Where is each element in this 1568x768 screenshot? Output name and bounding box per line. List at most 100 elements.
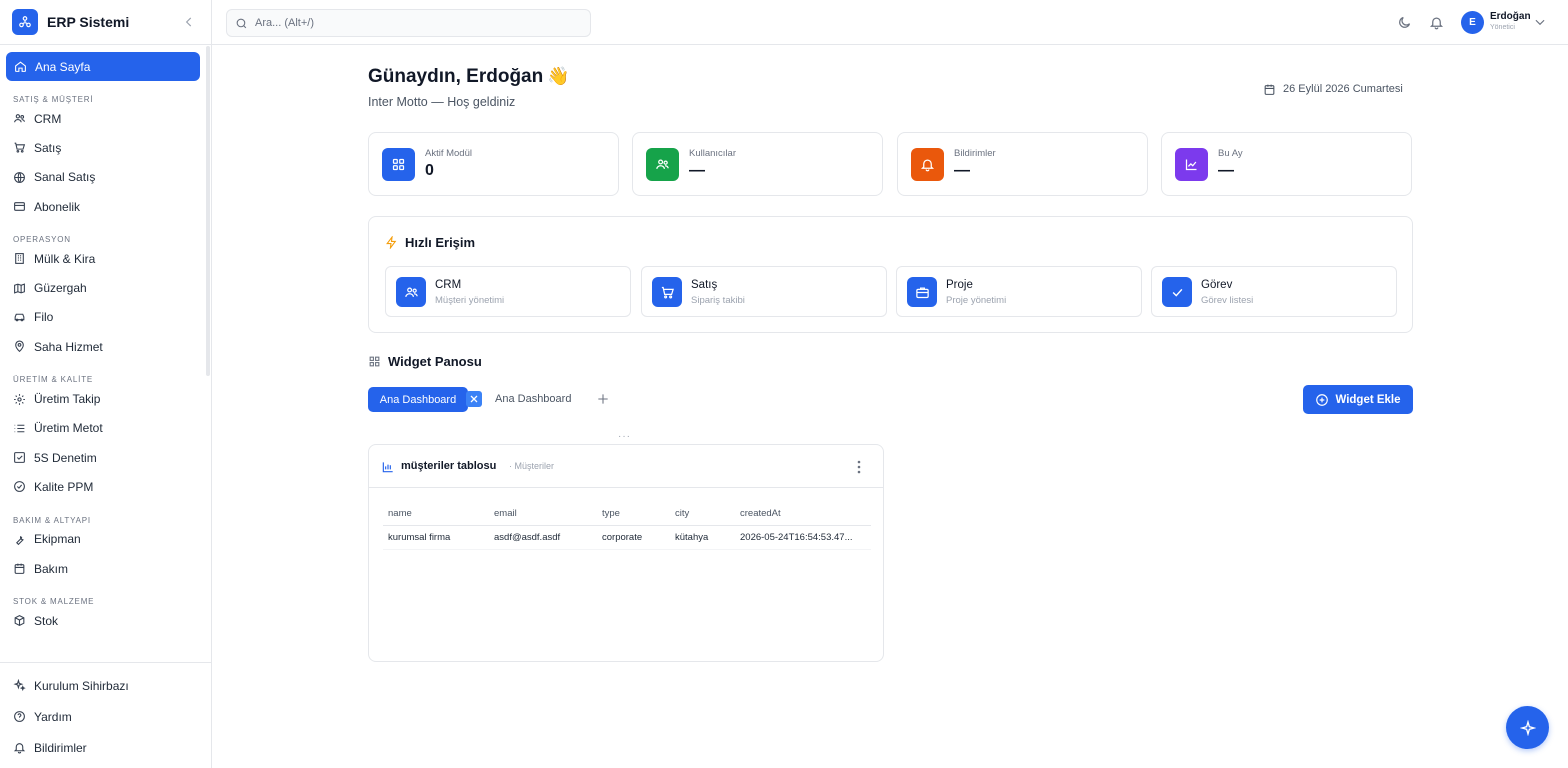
sidebar-item-kurulum-sihirbazi[interactable]: Kurulum Sihirbazı: [0, 670, 211, 701]
moon-icon: [1398, 16, 1410, 28]
chevron-left-icon: [185, 17, 192, 27]
sidebar-item-uretim-metot[interactable]: Üretim Metot: [0, 414, 206, 443]
grid-icon: [382, 148, 415, 181]
sidebar-item-stok[interactable]: Stok: [0, 606, 206, 635]
sidebar-item-label: Yardım: [34, 709, 72, 724]
sidebar-item-label: Ana Sayfa: [35, 59, 91, 74]
quick-access-crm[interactable]: CRM Müşteri yönetimi: [385, 266, 631, 317]
add-widget-button[interactable]: Widget Ekle: [1303, 385, 1413, 414]
brand: ERP Sistemi: [0, 0, 211, 45]
tab-ana-dashboard-2[interactable]: Ana Dashboard: [495, 393, 571, 405]
stat-label: Aktif Modül: [425, 148, 472, 159]
sidebar-item-ekipman[interactable]: Ekipman: [0, 525, 206, 554]
quick-access-satis[interactable]: Satış Sipariş takibi: [641, 266, 887, 317]
quick-access-title-text: Hızlı Erişim: [405, 235, 476, 250]
sidebar-item-5s-denetim[interactable]: 5S Denetim: [0, 443, 206, 472]
sidebar-scrollbar[interactable]: [206, 46, 210, 376]
table-row[interactable]: kurumsal firma asdf@asdf.asdf corporate …: [383, 525, 871, 550]
sidebar-item-saha-hizmet[interactable]: Saha Hizmet: [0, 332, 206, 361]
quick-access-gorev[interactable]: Görev Görev listesi: [1151, 266, 1397, 317]
sparkles-icon: [12, 679, 26, 693]
home-icon: [13, 60, 27, 74]
widget-header: müşteriler tablosu · Müşteriler: [369, 445, 883, 488]
column-header[interactable]: type: [597, 503, 670, 526]
cart-icon: [652, 277, 682, 307]
sidebar-item-bakim[interactable]: Bakım: [0, 554, 206, 583]
sidebar: ERP Sistemi Ana Sayfa SATIŞ & MÜŞTERİ CR…: [0, 0, 212, 768]
sidebar-item-label: Stok: [34, 613, 59, 628]
sidebar-item-bildirimler[interactable]: Bildirimler: [0, 732, 211, 763]
users-icon: [396, 277, 426, 307]
user-name[interactable]: Erdoğan: [1490, 11, 1531, 22]
sidebar-item-guzergah[interactable]: Güzergah: [0, 273, 206, 302]
column-header[interactable]: email: [489, 503, 597, 526]
quick-access-desc: Müşteri yönetimi: [435, 295, 505, 306]
column-header[interactable]: createdAt: [735, 503, 871, 526]
stat-label: Bildirimler: [954, 148, 996, 159]
table-cell: corporate: [597, 525, 670, 550]
stat-value: 0: [425, 162, 434, 179]
table-cell: 2026-05-24T16:54:53.47...: [735, 525, 871, 550]
sidebar-item-mulk-kira[interactable]: Mülk & Kira: [0, 244, 206, 273]
sidebar-item-satis[interactable]: Satış: [0, 133, 206, 162]
sidebar-item-yardim[interactable]: Yardım: [0, 701, 211, 732]
checkbox-icon: [12, 451, 26, 465]
plus-circle-icon: [1315, 393, 1329, 407]
sidebar-item-abonelik[interactable]: Abonelik: [0, 192, 206, 221]
sidebar-item-sanal-satis[interactable]: Sanal Satış: [0, 163, 206, 192]
table-cell: asdf@asdf.asdf: [489, 525, 597, 550]
list-icon: [12, 421, 26, 435]
notifications-button[interactable]: [1427, 13, 1445, 31]
stat-card-bildirimler[interactable]: Bildirimler —: [897, 132, 1148, 196]
building-icon: [12, 252, 26, 266]
assistant-fab-button[interactable]: [1506, 706, 1549, 749]
sidebar-item-filo[interactable]: Filo: [0, 303, 206, 332]
sidebar-nav: Ana Sayfa SATIŞ & MÜŞTERİ CRM Satış Sana…: [0, 52, 206, 635]
stat-card-bu-ay[interactable]: Bu Ay —: [1161, 132, 1412, 196]
widget-panel-title-text: Widget Panosu: [388, 354, 482, 369]
close-icon: [470, 395, 478, 403]
quick-access-proje[interactable]: Proje Proje yönetimi: [896, 266, 1142, 317]
avatar[interactable]: E: [1461, 11, 1484, 34]
collapse-sidebar-button[interactable]: [179, 12, 199, 32]
stat-value: —: [1218, 162, 1234, 179]
drag-handle[interactable]: ···: [618, 431, 631, 442]
wave-emoji: 👋: [547, 66, 570, 86]
page-title: Günaydın, Erdoğan 👋: [368, 66, 570, 88]
column-header[interactable]: name: [383, 503, 489, 526]
sidebar-item-crm[interactable]: CRM: [0, 104, 206, 133]
sidebar-item-label: Kurulum Sihirbazı: [34, 678, 129, 693]
column-header[interactable]: city: [670, 503, 735, 526]
tab-close-button[interactable]: [466, 391, 482, 407]
sidebar-item-ana-sayfa[interactable]: Ana Sayfa: [6, 52, 200, 81]
tab-ana-dashboard[interactable]: Ana Dashboard: [368, 387, 468, 412]
sidebar-item-label: Mülk & Kira: [34, 251, 96, 266]
sidebar-item-label: Kalite PPM: [34, 479, 94, 494]
bell-icon: [12, 741, 26, 755]
sidebar-item-label: Bildirimler: [34, 740, 87, 755]
sidebar-item-label: Ekipman: [34, 532, 81, 547]
table-header-row: name email type city createdAt: [383, 503, 871, 526]
sidebar-item-uretim-takip[interactable]: Üretim Takip: [0, 384, 206, 413]
quick-access-desc: Sipariş takibi: [691, 295, 745, 306]
widget-menu-button[interactable]: [851, 458, 867, 476]
sidebar-item-kalite-ppm[interactable]: Kalite PPM: [0, 472, 206, 501]
theme-toggle-button[interactable]: [1395, 13, 1413, 31]
bell-icon: [911, 148, 944, 181]
greeting-text: Günaydın, Erdoğan: [368, 66, 544, 87]
search-input[interactable]: Ara... (Alt+/): [226, 9, 591, 37]
briefcase-icon: [907, 277, 937, 307]
add-tab-button[interactable]: [595, 391, 611, 407]
sidebar-item-label: Bakım: [34, 561, 69, 576]
stat-card-kullanicilar[interactable]: Kullanıcılar —: [632, 132, 883, 196]
topbar: Ara... (Alt+/) E Erdoğan Yönetici: [212, 0, 1568, 45]
globe-icon: [12, 170, 26, 184]
stat-card-aktif-modul[interactable]: Aktif Modül 0: [368, 132, 619, 196]
quick-access-name: Satış: [691, 279, 718, 291]
stat-value: —: [689, 162, 705, 179]
user-menu-button[interactable]: [1533, 15, 1547, 29]
grid-icon: [368, 355, 382, 369]
sidebar-item-label: Üretim Takip: [34, 392, 101, 407]
lightning-icon: [385, 236, 399, 250]
sidebar-item-label: Filo: [34, 310, 54, 325]
